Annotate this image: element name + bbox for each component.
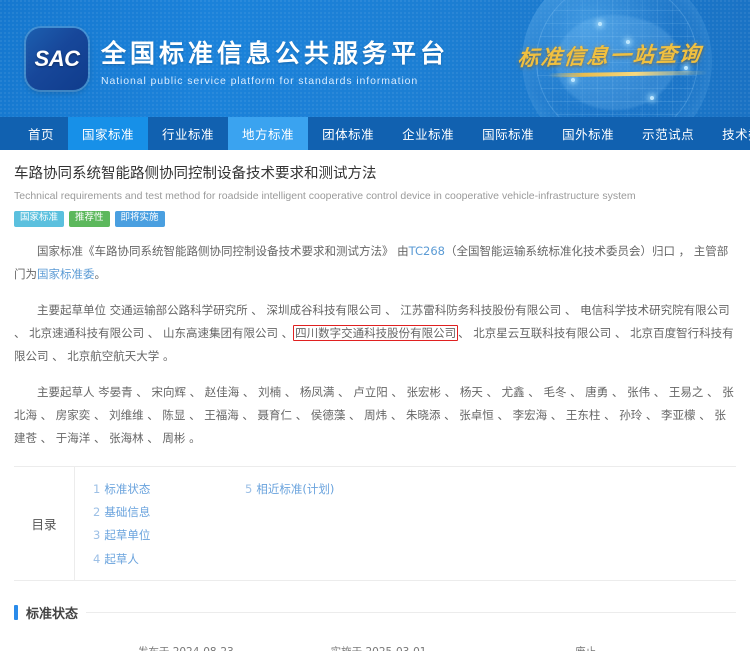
status-badge-group: 国家标准 推荐性 即将实施 <box>14 210 736 227</box>
site-name-en: National public service platform for sta… <box>101 75 419 87</box>
table-of-contents: 目录 1 标准状态 2 基础信息 3 起草单位 4 起草人 5 相近标准(计划) <box>14 466 736 581</box>
page-content: 车路协同系统智能路侧协同控制设备技术要求和测试方法 Technical requ… <box>0 150 750 651</box>
drafting-units-label: 主要起草单位 <box>37 302 106 317</box>
nav-item-2[interactable]: 行业标准 <box>148 117 228 150</box>
timeline-point-1: 实施于 2025-03-01 <box>331 644 427 651</box>
drafters-label: 主要起草人 <box>37 384 95 399</box>
intro-standard-name: 车路协同系统智能路侧协同控制设备技术要求和测试方法 <box>94 243 383 258</box>
tc-link[interactable]: TC268 <box>409 244 445 258</box>
highlighted-drafting-unit: 四川数字交通科技股份有限公司 <box>293 324 459 341</box>
toc-item-5[interactable]: 5 相近标准(计划) <box>245 481 397 498</box>
toc-label: 目录 <box>31 516 57 532</box>
spark-dot <box>571 78 575 82</box>
toc-item-label: 标准状态 <box>104 481 151 496</box>
toc-item-number: 5 <box>245 481 253 496</box>
toc-item-3[interactable]: 3 起草单位 <box>93 527 245 544</box>
standard-title-block: 车路协同系统智能路侧协同控制设备技术要求和测试方法 Technical requ… <box>14 150 736 227</box>
toc-item-label: 起草单位 <box>104 528 151 543</box>
main-nav: 首页国家标准行业标准地方标准团体标准企业标准国际标准国外标准示范试点技术委员会 <box>0 117 750 150</box>
site-header: SAC 全国标准信息公共服务平台 National public service… <box>0 0 750 117</box>
section-title: 标准状态 <box>26 606 79 622</box>
calligraphy-slogan: 标准信息一站查询 <box>516 40 704 71</box>
toc-columns: 1 标准状态 2 基础信息 3 起草单位 4 起草人 5 相近标准(计划) <box>74 466 736 580</box>
timeline-point-0: 发布于 2024-08-23 <box>138 644 234 651</box>
toc-item-label: 相近标准(计划) <box>256 481 335 496</box>
status-badge-0: 国家标准 <box>14 210 65 227</box>
status-badge-2: 即将实施 <box>114 210 165 227</box>
toc-item-number: 1 <box>93 481 101 496</box>
intro-suffix: 。 <box>94 266 107 281</box>
toc-item-label: 基础信息 <box>104 505 151 520</box>
drafting-units-paragraph: 主要起草单位 交通运输部公路科学研究所 、 深圳成谷科技有限公司 、 江苏雷科防… <box>14 299 736 368</box>
section-divider <box>86 611 736 613</box>
intro-paragraph: 国家标准《车路协同系统智能路侧协同控制设备技术要求和测试方法》 由TC268（全… <box>14 240 736 286</box>
page-subtitle-en: Technical requirements and test method f… <box>14 189 636 202</box>
toc-item-2[interactable]: 2 基础信息 <box>93 504 245 521</box>
site-title-block: 全国标准信息公共服务平台 National public service pla… <box>101 34 449 87</box>
nav-item-9[interactable]: 技术委员会 <box>708 117 750 150</box>
drafters-paragraph: 主要起草人 岑晏青 、 宋向辉 、 赵佳海 、 刘楠 、 杨凤满 、 卢立阳 、… <box>14 381 736 450</box>
nav-item-0[interactable]: 首页 <box>14 117 68 150</box>
timeline-point-2: 废止 <box>575 644 596 651</box>
nav-item-4[interactable]: 团体标准 <box>308 117 388 150</box>
nav-item-1[interactable]: 国家标准 <box>68 117 149 150</box>
nav-item-6[interactable]: 国际标准 <box>468 117 548 150</box>
toc-item-number: 3 <box>93 528 101 543</box>
nav-item-8[interactable]: 示范试点 <box>628 117 708 150</box>
nav-item-7[interactable]: 国外标准 <box>548 117 628 150</box>
toc-column-0: 1 标准状态 2 基础信息 3 起草单位 4 起草人 <box>93 481 245 568</box>
toc-column-1: 5 相近标准(计划) <box>245 481 397 568</box>
timeline-label: 废止 <box>575 644 596 651</box>
timeline-label: 实施于 2025-03-01 <box>331 644 427 651</box>
toc-item-4[interactable]: 4 起草人 <box>93 551 245 568</box>
intro-middle: 》 由 <box>382 243 409 258</box>
intro-prefix: 国家标准《 <box>37 243 95 258</box>
status-section-header: 标准状态 <box>14 603 736 622</box>
page-title: 车路协同系统智能路侧协同控制设备技术要求和测试方法 <box>14 166 377 182</box>
toc-wrapper: 目录 1 标准状态 2 基础信息 3 起草单位 4 起草人 5 相近标准(计划) <box>14 465 736 581</box>
spark-dot <box>598 22 602 26</box>
toc-item-number: 2 <box>93 505 101 520</box>
sac-logo[interactable]: SAC <box>26 28 88 90</box>
spark-dot <box>650 96 654 100</box>
drafters-list: 岑晏青 、 宋向辉 、 赵佳海 、 刘楠 、 杨凤满 、 卢立阳 、 张宏彬 、… <box>14 384 734 445</box>
sac-logo-text: SAC <box>34 46 80 71</box>
nav-item-3[interactable]: 地方标准 <box>228 117 309 150</box>
status-badge-1: 推荐性 <box>69 210 110 227</box>
toc-item-1[interactable]: 1 标准状态 <box>93 481 245 498</box>
site-name-cn: 全国标准信息公共服务平台 <box>101 39 450 68</box>
authority-link[interactable]: 国家标准委 <box>37 267 95 281</box>
timeline-label: 发布于 2024-08-23 <box>138 644 234 651</box>
toc-item-number: 4 <box>93 551 101 566</box>
status-timeline: 发布于 2024-08-23 实施于 2025-03-01 废止 <box>18 644 732 651</box>
section-accent-bar <box>14 604 18 620</box>
nav-item-5[interactable]: 企业标准 <box>388 117 468 150</box>
toc-item-label: 起草人 <box>104 551 139 566</box>
